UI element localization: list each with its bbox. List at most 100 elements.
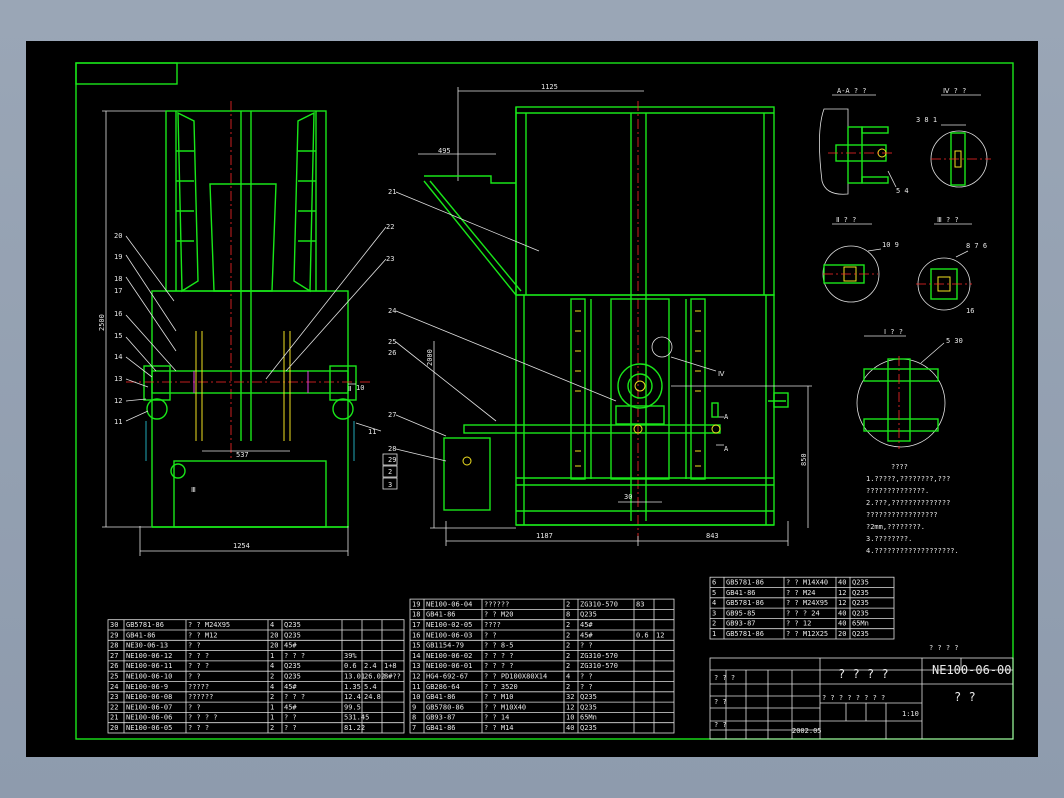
table-cell: 0.6 <box>636 631 649 639</box>
table-row: 29 GB41-86 ? ? M12 20 Q235 <box>110 631 301 639</box>
table-cell: 4 <box>566 673 570 681</box>
table-row: 19 NE100-06-04?????? 2 ZG310-570 83 <box>412 600 644 608</box>
dim-height-left: 2500 <box>98 314 106 331</box>
table-row: 8 GB93-87 ? ? 14 10 65Mn <box>412 714 597 722</box>
table-row: 20 NE100-06-05 ? ? ? 2 ? ? 81.22 <box>110 724 365 732</box>
callout-530: 5 30 <box>946 337 963 345</box>
table-row: 28 NE30-06-13 ? ? 20 45# <box>110 642 297 650</box>
table-cell: 15 <box>412 642 420 650</box>
table-cell: 24.8 <box>364 693 381 701</box>
table-cell: GB41-86 <box>426 611 456 619</box>
drawing-name: ? ? ? ? <box>838 667 889 681</box>
table-row: 18 GB41-86 ? ? M20 8 Q235 <box>412 611 597 619</box>
table-cell: NE30-06-13 <box>126 642 168 650</box>
table-cell: 2 <box>566 621 570 629</box>
table-row: 3 GB95-85 ? ? ? 24 40 Q235 <box>712 609 869 617</box>
dim-small: 30 <box>624 493 632 501</box>
table-cell: ? ? <box>188 642 201 650</box>
table-cell: Q235 <box>284 621 301 629</box>
table-cell: NE100-06-03 <box>426 631 472 639</box>
table-cell: 13.01 <box>344 673 365 681</box>
table-cell: 13 <box>412 662 420 670</box>
table-cell: 2 <box>566 631 570 639</box>
label-26: 26 <box>388 349 396 357</box>
table-cell: 4 <box>270 662 274 670</box>
table-cell: GB93-87 <box>426 714 456 722</box>
table-cell: ? ? M24X95 <box>188 621 230 629</box>
table-cell: 45# <box>580 631 593 639</box>
table-cell: 28 <box>110 642 118 650</box>
table-cell: GB41-86 <box>726 589 756 597</box>
scale-value: 1:10 <box>902 710 919 718</box>
drawing-number: NE100-06-00 <box>932 663 1011 677</box>
label-28: 28 <box>388 445 396 453</box>
table-cell: 29 <box>110 631 118 639</box>
title-misc-2: ? ? ? <box>714 674 735 682</box>
detail-title-aa: A-A ? ? <box>837 87 867 95</box>
label-11: 11 <box>114 418 122 426</box>
table-cell: NE100-06-11 <box>126 662 172 670</box>
table-cell: GB286-64 <box>426 683 460 691</box>
table-cell: 65Mn <box>580 714 597 722</box>
table-row: 1 GB5781-86 ? ? M12X25 20 Q235 <box>712 630 869 638</box>
table-cell: Q235 <box>580 693 597 701</box>
table-row: 7 GB41-86 ? ? M14 40 Q235 <box>412 724 597 732</box>
label-24: 24 <box>388 307 396 315</box>
table-cell: 11 <box>412 683 420 691</box>
table-cell: 2 <box>270 673 274 681</box>
table-row: 2 GB93-87 ? ? 12 40 65Mn <box>712 620 869 628</box>
dim-total-width: 1254 <box>233 542 250 550</box>
label-27: 27 <box>388 411 396 419</box>
table-cell: 1 <box>712 630 716 638</box>
detail-title-iii: Ⅲ ? ? <box>937 216 959 224</box>
table-row: 15 GB1154-79 ? ? 8-5 2 ? ? <box>412 642 593 650</box>
dim-height-mid: 2000 <box>426 349 434 366</box>
dim-height-right: 850 <box>800 453 808 466</box>
table-cell: 2 <box>566 662 570 670</box>
table-cell: 20 <box>838 630 846 638</box>
table-cell: 2 <box>270 693 274 701</box>
table-cell: ? ? ? <box>188 724 209 732</box>
table-cell: 2 <box>712 620 716 628</box>
mark-iv: Ⅳ <box>718 370 725 378</box>
table-cell: 83 <box>636 600 644 608</box>
table-cell: 2 <box>566 683 570 691</box>
table-cell: ? ? M20 <box>484 611 514 619</box>
table-cell: NE100-06-02 <box>426 652 472 660</box>
table-cell: 27 <box>110 652 118 660</box>
mark-a-top: A <box>724 413 729 421</box>
table-cell: 14 <box>412 652 420 660</box>
table-cell: NE100-06-04 <box>426 600 472 608</box>
table-row: 12 HG4-692-67 ? ? PD100X80X14 4 ? ? <box>412 673 593 681</box>
table-cell: ????? <box>188 683 209 691</box>
table-cell: ? ? 8-5 <box>484 642 514 650</box>
table-cell: 65Mn <box>852 620 869 628</box>
table-cell: 22 <box>110 703 118 711</box>
note-line-4: ????????????????? <box>866 511 938 519</box>
table-row: 23 NE100-06-08?????? 2 ? ? ? 12.4 24.8 <box>110 693 381 701</box>
table-cell: NE100-06-07 <box>126 703 172 711</box>
bom-table-left: 30 GB5781-86 ? ? M24X95 4 Q235 29 GB41-86 ? ? M… <box>107 619 405 734</box>
table-cell: ?????? <box>188 693 213 701</box>
table-cell: 3 <box>712 609 716 617</box>
table-cell: Q235 <box>580 703 597 711</box>
label-16: 16 <box>114 310 122 318</box>
table-cell: 81.22 <box>344 724 365 732</box>
table-cell: Q235 <box>284 673 301 681</box>
table-cell: ? ? M14X40 <box>786 579 828 587</box>
table-row: 4 GB5781-86 ? ? M24X95 12 Q235 <box>712 599 869 607</box>
table-row: 17 NE100-02-05???? 2 45# <box>412 621 593 629</box>
label-roman-2: Ⅱ <box>348 385 351 393</box>
table-cell: ZG310-570 <box>580 662 618 670</box>
table-cell: NE100-02-05 <box>426 621 472 629</box>
table-cell: ?????? <box>484 600 509 608</box>
table-cell: Q235 <box>284 631 301 639</box>
table-cell: ? ? <box>484 631 497 639</box>
table-cell: ? ? M10 <box>484 693 514 701</box>
table-row: 22 NE100-06-07 ? ? 1 45# 99.5 <box>110 703 361 711</box>
table-cell: 1 <box>270 714 274 722</box>
table-cell: 16 <box>412 631 420 639</box>
dim-top-width: 1125 <box>541 83 558 91</box>
frame-corner-box <box>75 62 178 85</box>
drawing-sheet: 2500 537 1254 20 19 18 17 16 15 14 13 12… <box>26 41 1038 757</box>
